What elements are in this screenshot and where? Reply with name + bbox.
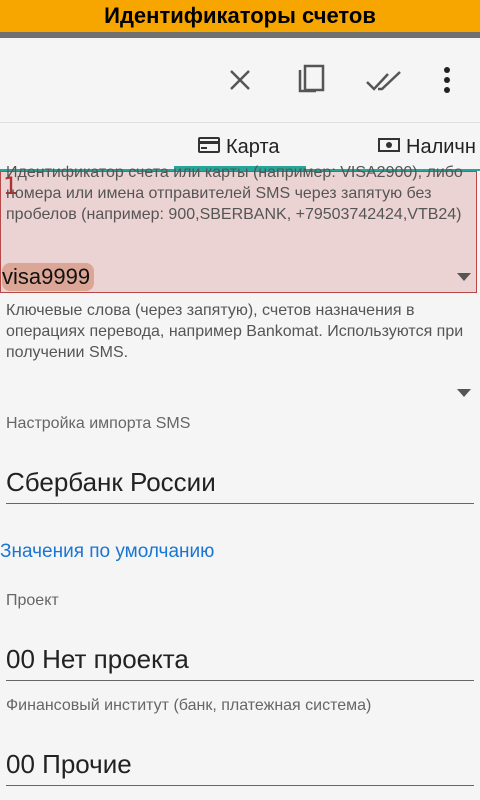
project-field[interactable]: 00 Нет проекта bbox=[6, 644, 189, 675]
toolbar bbox=[0, 38, 480, 122]
sms-import-label: Настройка импорта SMS bbox=[6, 415, 191, 432]
institution-label: Финансовый институт (банк, платежная сис… bbox=[6, 697, 372, 714]
identifier-help: Идентификатор счета или карты (например:… bbox=[6, 164, 463, 223]
identifier-dropdown-icon[interactable] bbox=[457, 273, 471, 281]
close-icon[interactable] bbox=[220, 60, 260, 100]
cash-icon bbox=[378, 136, 400, 159]
keywords-help: Ключевые слова (через запятую), счетов н… bbox=[6, 302, 464, 361]
sms-import-field[interactable]: Сбербанк России bbox=[6, 467, 216, 498]
institution-underline bbox=[6, 785, 474, 786]
tab-card-label: Карта bbox=[226, 135, 280, 158]
card-icon bbox=[198, 136, 220, 159]
more-vert-icon[interactable] bbox=[428, 60, 468, 100]
window-title: Идентификаторы счетов bbox=[0, 0, 480, 32]
copy-icon[interactable] bbox=[292, 60, 332, 100]
project-underline bbox=[6, 680, 474, 681]
defaults-section-header: Значения по умолчанию bbox=[0, 541, 215, 562]
project-label: Проект bbox=[6, 592, 59, 609]
institution-field[interactable]: 00 Прочие bbox=[6, 749, 132, 780]
identifier-input[interactable]: visa9999 bbox=[2, 263, 95, 291]
sms-import-underline bbox=[6, 503, 474, 504]
tab-cash-label: Наличн bbox=[406, 135, 476, 158]
keywords-dropdown-icon[interactable] bbox=[457, 389, 471, 397]
done-all-icon[interactable] bbox=[364, 60, 404, 100]
